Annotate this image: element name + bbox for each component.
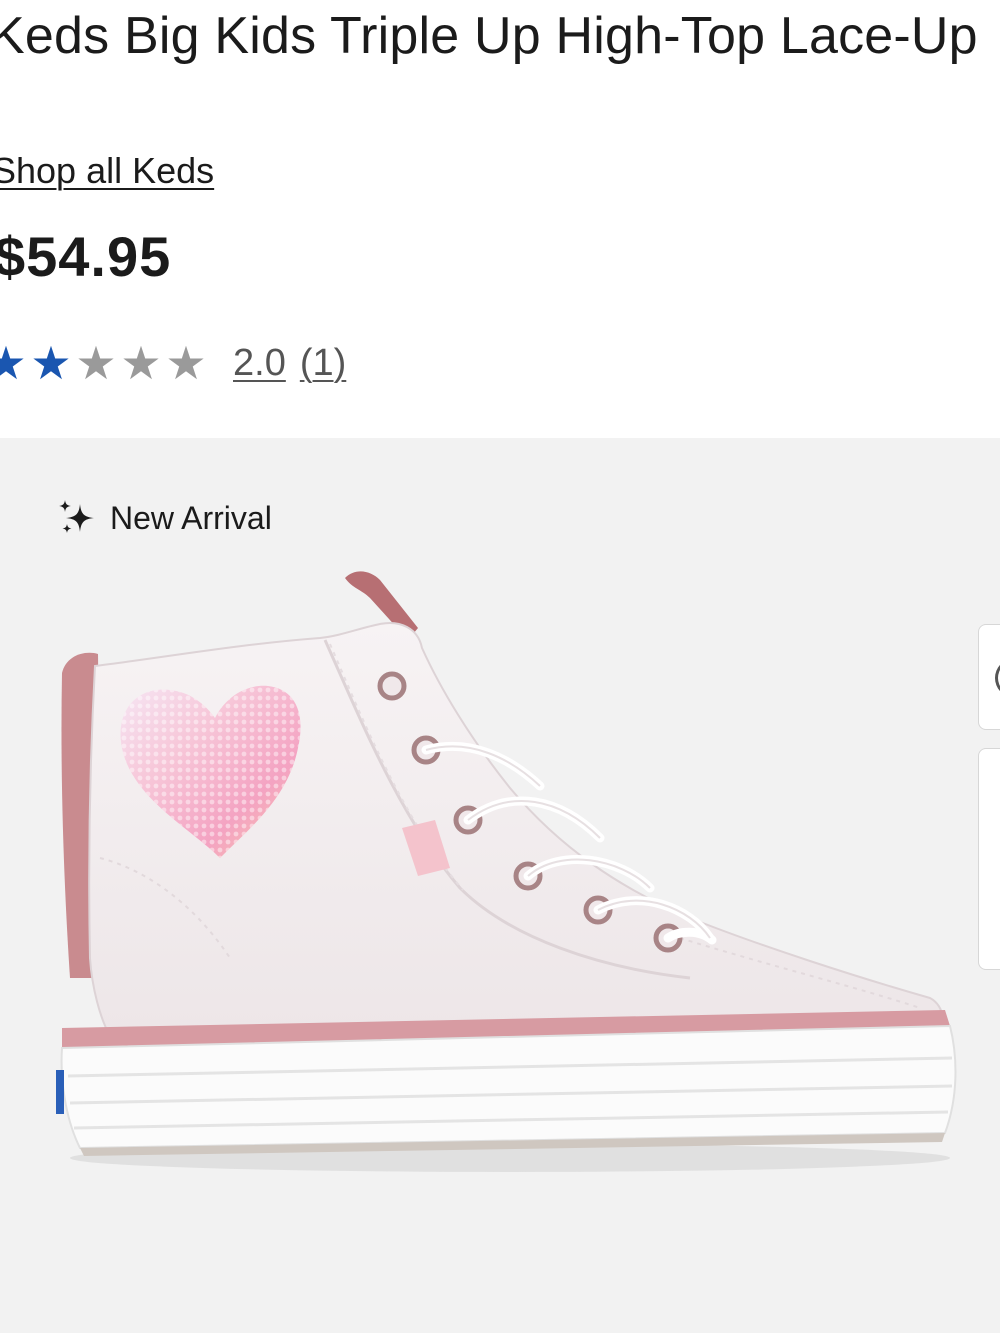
- new-arrival-label: New Arrival: [110, 499, 272, 536]
- product-page: Keds Big Kids Triple Up High-Top Lace-Up…: [0, 0, 1000, 1333]
- star-filled-icon: ★: [30, 337, 71, 389]
- rating-value: 2.0: [233, 341, 286, 384]
- product-title: Keds Big Kids Triple Up High-Top Lace-Up: [0, 7, 978, 65]
- product-rating: ★ ★ ★ ★ ★ 2.0 (1): [0, 333, 346, 393]
- product-image: [56, 571, 957, 1172]
- thumbnail-icon: [995, 659, 1000, 697]
- product-price: $54.95: [0, 225, 172, 288]
- new-arrival-badge: New Arrival: [56, 498, 272, 538]
- reviews-link[interactable]: 2.0 (1): [233, 342, 346, 385]
- rating-stars: ★ ★ ★ ★ ★: [0, 340, 207, 386]
- next-image-thumbnail[interactable]: [978, 624, 1000, 730]
- shop-all-brand-link[interactable]: Shop all Keds: [0, 150, 214, 192]
- star-filled-icon: ★: [0, 337, 27, 389]
- sparkle-icon: [59, 500, 94, 533]
- product-image-gallery[interactable]: New Arrival: [0, 438, 1000, 1333]
- image-thumbnail[interactable]: [978, 748, 1000, 970]
- star-empty-icon: ★: [120, 337, 161, 389]
- star-empty-icon: ★: [75, 337, 116, 389]
- star-empty-icon: ★: [165, 337, 206, 389]
- review-count: (1): [299, 341, 347, 384]
